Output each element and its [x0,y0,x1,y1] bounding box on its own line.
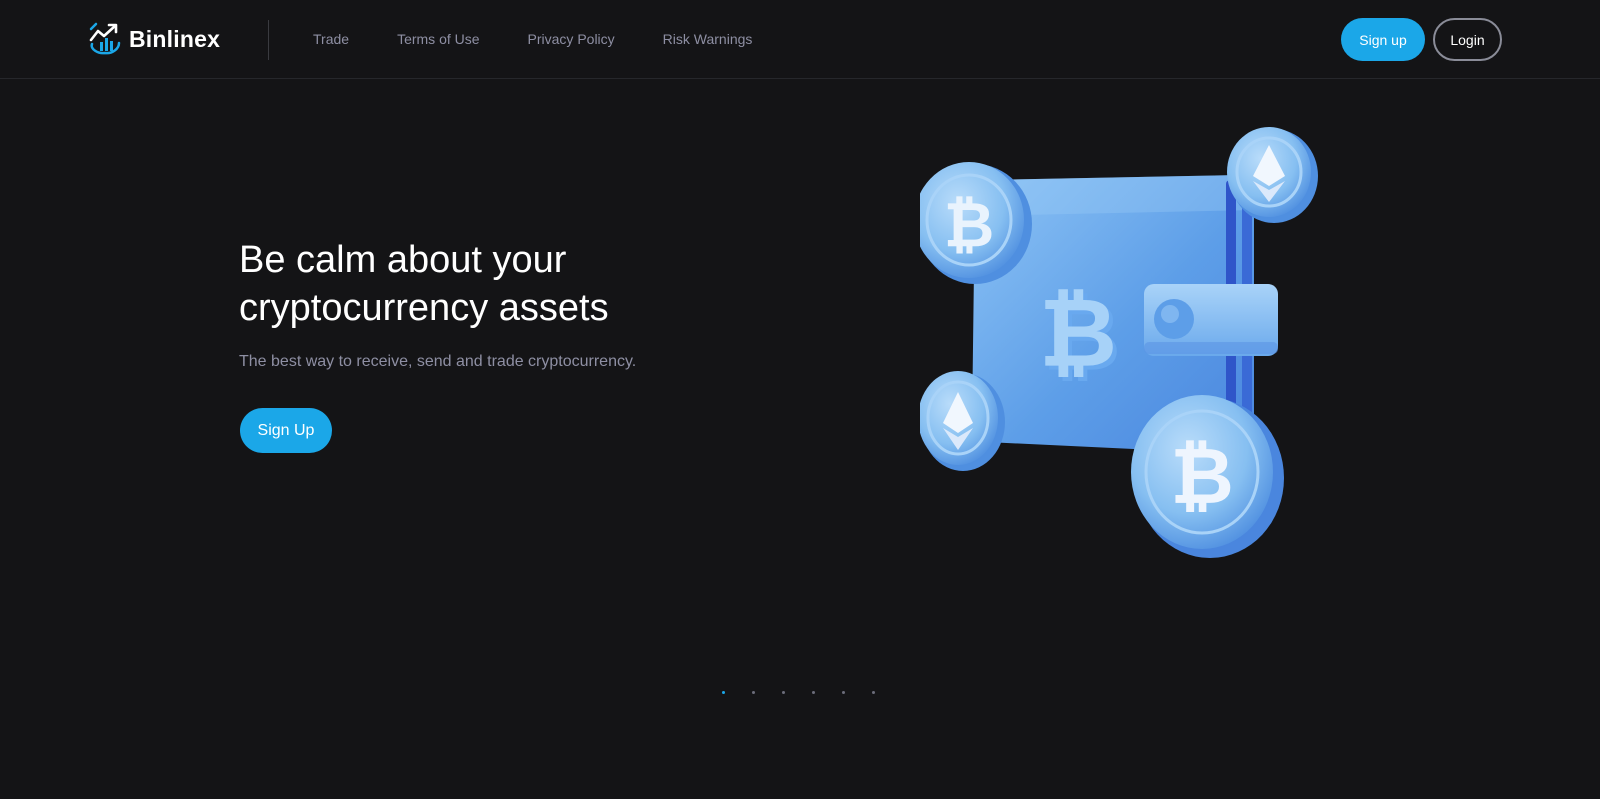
carousel-dot[interactable] [872,691,875,694]
svg-text:₿: ₿ [944,188,995,261]
site-header: Binlinex Trade Terms of Use Privacy Poli… [0,0,1600,79]
hero-title: Be calm about your cryptocurrency assets [239,239,609,329]
bitcoin-coin-icon: ₿ [1131,395,1284,558]
svg-text:₿: ₿ [1170,432,1234,522]
hero-signup-button[interactable]: Sign Up [240,408,332,453]
main-nav: Trade Terms of Use Privacy Policy Risk W… [313,29,800,49]
hero-subtitle: The best way to receive, send and trade … [239,353,637,370]
nav-link-privacy-policy[interactable]: Privacy Policy [528,29,615,49]
header-divider [268,20,269,60]
nav-link-terms-of-use[interactable]: Terms of Use [397,29,479,49]
rising-chart-logo-icon [89,22,121,55]
carousel-pagination [722,691,902,694]
carousel-dot[interactable] [842,691,845,694]
brand-name: Binlinex [129,25,221,52]
nav-link-risk-warnings[interactable]: Risk Warnings [663,29,753,49]
carousel-dot[interactable] [812,691,815,694]
header-signup-button[interactable]: Sign up [1341,18,1425,61]
nav-link-trade[interactable]: Trade [313,29,349,49]
brand-logo[interactable]: Binlinex [88,22,220,56]
crypto-wallet-illustration: ₿ ₿ ₿ ₿ [920,127,1318,558]
carousel-dot[interactable] [782,691,785,694]
header-login-button[interactable]: Login [1433,18,1502,61]
svg-text:₿: ₿ [1039,277,1117,389]
carousel-dot[interactable] [752,691,755,694]
carousel-dot[interactable] [722,691,725,694]
